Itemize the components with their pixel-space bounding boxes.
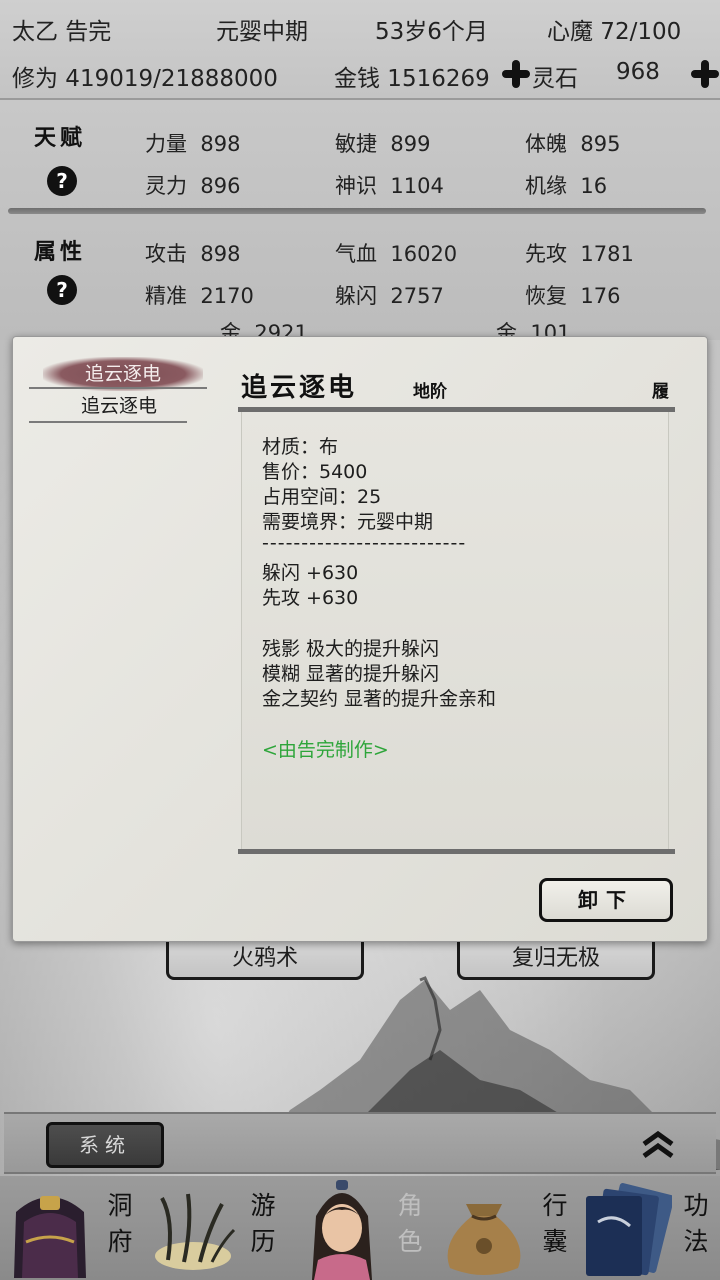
character-portrait-icon [312,1180,372,1280]
detail-bottom-rule [238,849,675,854]
book-icon [586,1183,672,1276]
item-required-realm: 需要境界：元婴中期 [262,511,434,533]
attr-hp: 气血 16020 [335,242,458,266]
item-space: 占用空间：25 [262,486,382,508]
talent-fortune: 机缘 16 [525,174,608,198]
spirit-stone-value: 968 [616,59,660,85]
item-stat-dodge: 躲闪 +630 [262,562,359,584]
system-button[interactable]: 系统 [46,1122,164,1168]
talent-spirit-power: 灵力 896 [145,174,241,198]
item-price: 售价：5400 [262,461,368,483]
item-maker: <由告完制作> [262,739,389,761]
stats-panel: 天赋 ? 力量 898 敏捷 899 体魄 895 灵力 896 神识 1104… [0,100,720,345]
nav-label-techniques: 功法 [683,1191,709,1256]
talents-help-icon[interactable]: ? [47,166,77,196]
age-label: 53岁6个月 [375,19,488,45]
item-detail-modal: 追云逐电 追云逐电 追云逐电 地阶 履 材质：布 售价：5400 占用空间：25… [12,336,708,942]
talent-agility: 敏捷 899 [335,132,431,156]
skill-button-fire-crow[interactable]: 火鸦术 [166,942,364,980]
attr-recovery: 恢复 176 [525,284,621,308]
character-name: 太乙 告完 [12,19,112,45]
nav-label-travel: 游历 [250,1191,276,1256]
attr-accuracy: 精准 2170 [145,284,254,308]
item-effect-blur: 模糊 显著的提升躲闪 [262,663,440,685]
money-label: 金钱 1516269 [334,66,490,92]
attributes-help-icon[interactable]: ? [47,275,77,305]
item-grade: 地阶 [413,382,447,402]
talents-title: 天赋 [34,125,87,151]
bag-icon [447,1204,521,1275]
item-effect-afterimage: 残影 极大的提升躲闪 [262,638,440,660]
skill-button-return-to-infinity[interactable]: 复归无极 [457,942,655,980]
attr-dodge: 躲闪 2757 [335,284,444,308]
cave-lantern-icon [14,1196,86,1278]
system-bar: 系统 [4,1112,716,1174]
talent-physique: 体魄 895 [525,132,621,156]
heart-demon-label: 心魔 72/100 [547,19,682,45]
bottom-navigation: 洞府 游历 角色 行囊 功法 [0,1176,720,1280]
list-divider [29,421,187,423]
status-header: 太乙 告完 元婴中期 53岁6个月 心魔 72/100 修为 419019/21… [0,0,720,100]
realm-label: 元婴中期 [216,19,308,45]
nav-label-cave: 洞府 [107,1191,133,1256]
add-money-icon[interactable] [502,60,530,88]
add-spirit-stone-icon[interactable] [691,60,719,88]
grass-icon [155,1193,236,1270]
equipment-list-item[interactable]: 追云逐电 [29,391,209,421]
detail-separator: -------------------------- [262,532,467,554]
spirit-stone-label: 灵石 [532,66,578,92]
section-divider [8,208,706,214]
item-stat-initiative: 先攻 +630 [262,587,359,609]
item-material: 材质：布 [262,436,339,458]
nav-label-bag: 行囊 [542,1191,568,1256]
item-slot: 履 [652,382,669,402]
item-name: 追云逐电 [241,373,358,403]
item-effect-metal-contract: 金之契约 显著的提升金亲和 [262,688,497,710]
attr-initiative: 先攻 1781 [525,242,634,266]
attributes-title: 属性 [34,239,87,265]
talent-divine-sense: 神识 1104 [335,174,444,198]
cultivation-label: 修为 419019/21888000 [12,66,278,92]
nav-label-character: 角色 [397,1191,423,1256]
list-divider [29,387,207,389]
unequip-button[interactable]: 卸下 [539,878,673,922]
double-chevron-up-icon[interactable] [640,1130,676,1160]
equipment-list-selected[interactable]: 追云逐电 [43,357,203,391]
attr-attack: 攻击 898 [145,242,241,266]
item-detail-box: 材质：布 售价：5400 占用空间：25 需要境界：元婴中期 ---------… [241,412,669,849]
talent-strength: 力量 898 [145,132,241,156]
